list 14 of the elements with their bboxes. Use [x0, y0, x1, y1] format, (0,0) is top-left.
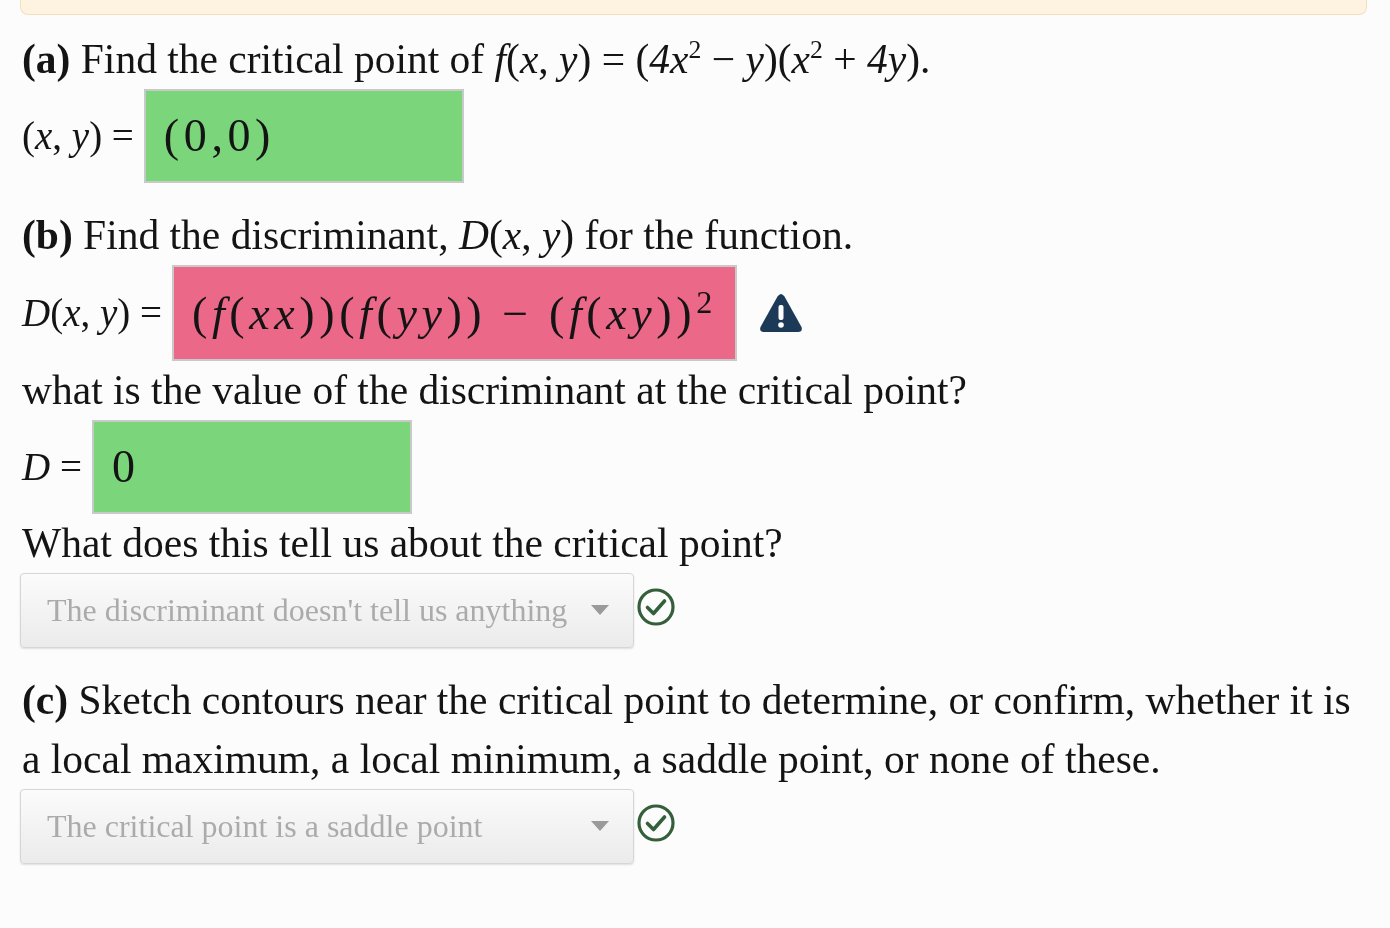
- warning-icon: [758, 292, 803, 333]
- math-label: (x, y) =: [22, 113, 134, 159]
- answer-field[interactable]: 0: [91, 419, 412, 514]
- question-text: (b) Find the discriminant, D(x, y) for the function.: [22, 210, 854, 260]
- question-text: (c) Sketch contours near the critical point to determine, or confirm, whether it is a local maximum, a local minimum, a saddle point, or none of these.: [22, 675, 1352, 784]
- question-text: (a) Find the critical point of f(x, y) = (4x$^{2}$ − y)(x$^{2}$ + 4y).: [22, 34, 932, 84]
- answer-field[interactable]: (f(xx))(f(yy)) − (f(xy))$^{2}$: [172, 264, 737, 361]
- math-label: D =: [22, 444, 82, 490]
- math-label: D(x, y) =: [22, 290, 163, 336]
- question-text: what is the value of the discriminant at the critical point?: [22, 365, 968, 415]
- question-text: What does this tell us about the critical point?: [22, 518, 784, 568]
- caret-icon: [591, 821, 609, 832]
- answer-field[interactable]: (0,0): [143, 89, 464, 183]
- caret-icon: [591, 605, 609, 616]
